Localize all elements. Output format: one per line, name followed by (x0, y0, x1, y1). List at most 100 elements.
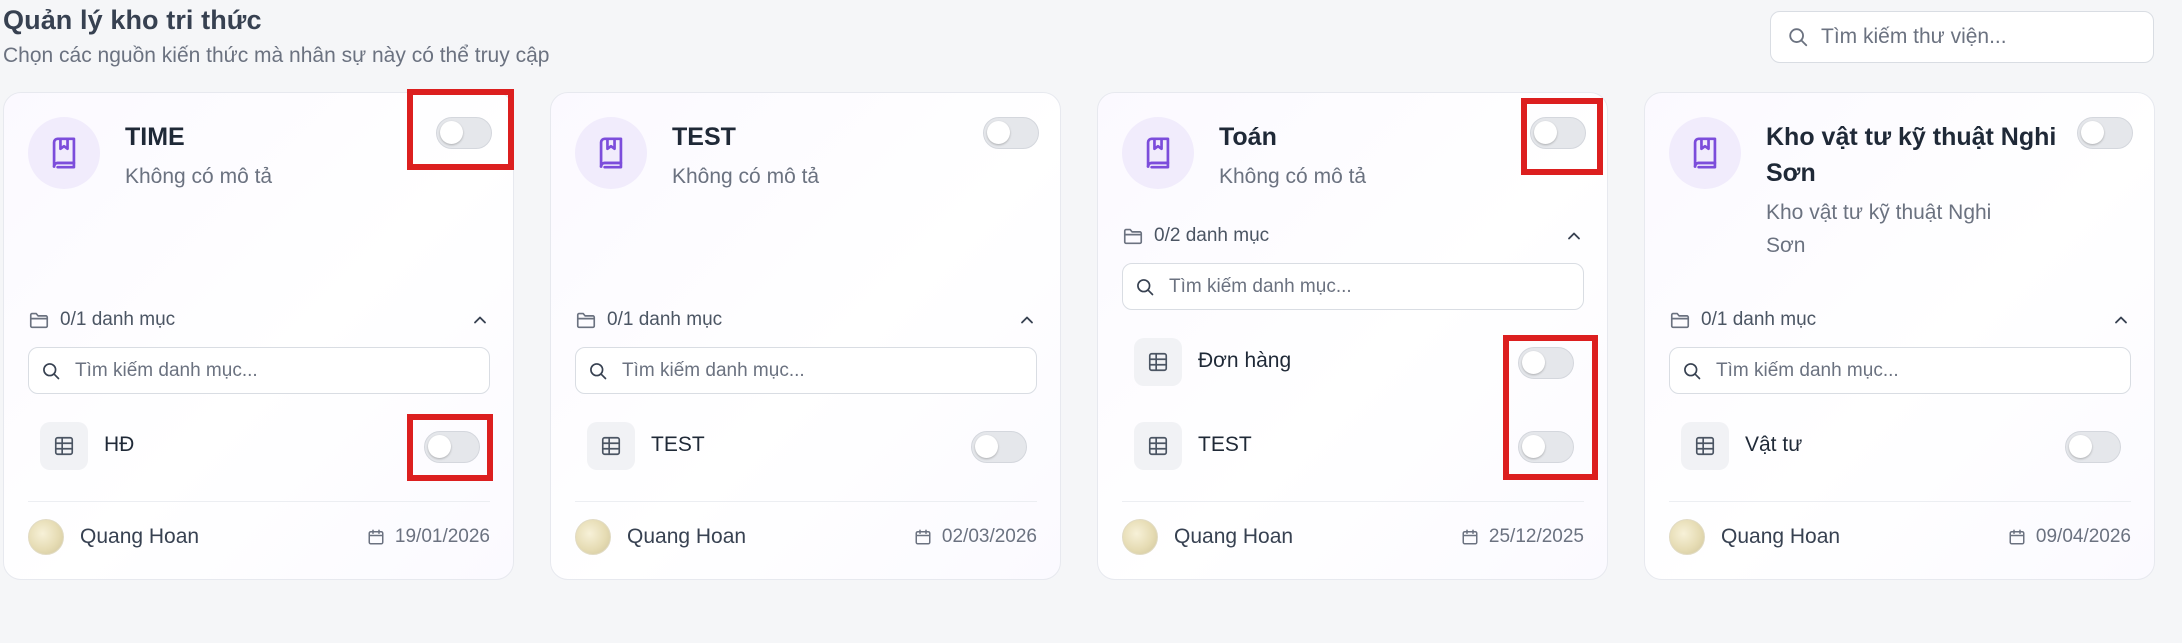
divider (28, 501, 490, 502)
library-description: Kho vật tư kỹ thuật Nghi Sơn (1766, 201, 1992, 257)
calendar-icon (915, 529, 931, 545)
divider (575, 501, 1037, 502)
chevron-up-icon (474, 316, 486, 324)
library-description: Không có mô tả (672, 165, 820, 188)
author-name: Quang Hoan (1174, 525, 1294, 548)
library-card: Kho vật tư kỹ thuật Nghi Sơn Kho vật tư … (1644, 92, 2155, 580)
avatar (1122, 519, 1158, 555)
table-icon (1134, 422, 1182, 470)
category-search-placeholder: Tìm kiếm danh mục... (1716, 359, 1899, 381)
category-search-placeholder: Tìm kiếm danh mục... (622, 359, 805, 381)
avatar (575, 519, 611, 555)
library-icon-wrap (1669, 117, 1741, 189)
library-icon-wrap (575, 117, 647, 189)
page-title: Quản lý kho tri thức (3, 5, 262, 35)
category-search-input[interactable]: Tìm kiếm danh mục... (575, 347, 1037, 394)
category-search-input[interactable]: Tìm kiếm danh mục... (1669, 347, 2131, 394)
category-section-toggle[interactable]: 0/2 danh mục (1122, 221, 1584, 251)
library-icon-wrap (1122, 117, 1194, 189)
book-bookmark-icon (1693, 137, 1717, 169)
card-footer: Quang Hoan 25/12/2025 (1122, 517, 1584, 557)
folder-icon (576, 312, 596, 329)
category-label: HĐ (104, 433, 135, 456)
category-item: TEST (587, 422, 1037, 472)
card-footer: Quang Hoan 19/01/2026 (28, 517, 490, 557)
library-title: TEST (672, 123, 736, 151)
calendar-icon (2009, 529, 2025, 545)
table-icon (1681, 422, 1729, 470)
chevron-up-icon (1568, 232, 1580, 240)
book-bookmark-icon (1146, 137, 1170, 169)
avatar (28, 519, 64, 555)
search-icon (43, 362, 60, 379)
created-date: 02/03/2026 (914, 526, 1037, 548)
knowledge-library-page: Quản lý kho tri thức Chọn các nguồn kiến… (0, 0, 2182, 643)
date-text: 02/03/2026 (941, 526, 1037, 547)
folder-icon (1123, 228, 1143, 245)
page-subtitle: Chọn các nguồn kiến thức mà nhân sự này … (3, 44, 550, 67)
book-bookmark-icon (599, 137, 623, 169)
category-access-toggle[interactable] (2065, 431, 2121, 463)
chevron-up-icon (1021, 316, 1033, 324)
created-date: 25/12/2025 (1461, 526, 1584, 548)
author-name: Quang Hoan (627, 525, 747, 548)
category-search-placeholder: Tìm kiếm danh mục... (1169, 275, 1352, 297)
library-access-toggle[interactable] (2077, 117, 2133, 149)
search-icon (1789, 28, 1808, 47)
category-search-input[interactable]: Tìm kiếm danh mục... (1122, 263, 1584, 310)
category-count: 0/1 danh mục (1701, 309, 1817, 330)
category-item: Vật tư (1681, 422, 2131, 472)
table-icon (587, 422, 635, 470)
library-title: Toán (1219, 123, 1277, 151)
category-section-toggle[interactable]: 0/1 danh mục (1669, 305, 2131, 335)
calendar-icon (1462, 529, 1478, 545)
library-description: Không có mô tả (125, 165, 273, 188)
library-description: Không có mô tả (1219, 165, 1367, 188)
highlight-box (1521, 98, 1603, 175)
table-icon (1134, 338, 1182, 386)
date-text: 25/12/2025 (1488, 526, 1584, 547)
category-section-toggle[interactable]: 0/1 danh mục (28, 305, 490, 335)
date-text: 09/04/2026 (2035, 526, 2131, 547)
card-footer: Quang Hoan 02/03/2026 (575, 517, 1037, 557)
category-count: 0/1 danh mục (607, 309, 723, 330)
highlight-box (407, 89, 514, 170)
calendar-icon (368, 529, 384, 545)
library-access-toggle[interactable] (983, 117, 1039, 149)
search-icon (1137, 278, 1154, 295)
date-text: 19/01/2026 (394, 526, 490, 547)
card-footer: Quang Hoan 09/04/2026 (1669, 517, 2131, 557)
divider (1669, 501, 2131, 502)
folder-icon (1670, 312, 1690, 329)
divider (1122, 501, 1584, 502)
library-title: TIME (125, 123, 185, 151)
category-count: 0/2 danh mục (1154, 225, 1270, 246)
search-icon (590, 362, 607, 379)
library-icon-wrap (28, 117, 100, 189)
folder-icon (29, 312, 49, 329)
author-name: Quang Hoan (80, 525, 200, 548)
category-label: Vật tư (1745, 433, 1803, 456)
library-title: Kho vật tư kỹ thuật Nghi Sơn (1766, 123, 2057, 187)
category-search-input[interactable]: Tìm kiếm danh mục... (28, 347, 490, 394)
category-count: 0/1 danh mục (60, 309, 176, 330)
library-card: TEST Không có mô tả 0/1 danh mục Tìm kiế… (550, 92, 1061, 580)
chevron-up-icon (2115, 316, 2127, 324)
category-section-toggle[interactable]: 0/1 danh mục (575, 305, 1037, 335)
library-search-placeholder: Tìm kiếm thư viện... (1821, 25, 2007, 48)
category-search-placeholder: Tìm kiếm danh mục... (75, 359, 258, 381)
table-icon (40, 422, 88, 470)
category-label: TEST (651, 433, 705, 456)
highlight-box (407, 414, 493, 481)
author-name: Quang Hoan (1721, 525, 1841, 548)
library-search-input[interactable]: Tìm kiếm thư viện... (1770, 11, 2154, 63)
category-access-toggle[interactable] (971, 431, 1027, 463)
highlight-box (1503, 335, 1598, 480)
category-label: TEST (1198, 433, 1252, 456)
created-date: 09/04/2026 (2008, 526, 2131, 548)
category-label: Đơn hàng (1198, 349, 1292, 372)
avatar (1669, 519, 1705, 555)
search-icon (1684, 362, 1701, 379)
created-date: 19/01/2026 (367, 526, 490, 548)
book-bookmark-icon (52, 137, 76, 169)
